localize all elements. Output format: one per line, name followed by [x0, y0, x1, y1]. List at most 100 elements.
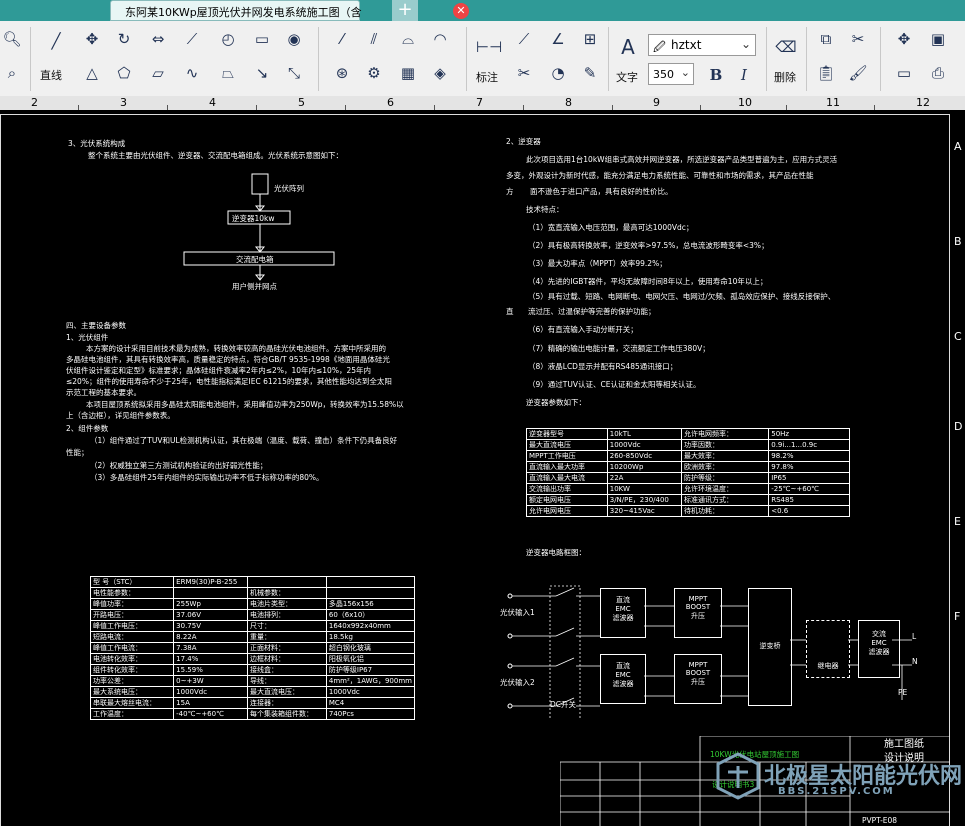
table-cell: 交流输出功率: [526, 483, 608, 495]
paragraph-line: （1）组件通过了TUV和UL检测机构认证，其在极端（温度、载荷、撞击）条件下仍具…: [90, 436, 398, 445]
table-cell: 电池片类型：: [247, 598, 327, 610]
drawing-canvas[interactable]: A B C D E F 3、光伏系统构成 整个系统主要由光伏组件、逆变器、交流配…: [0, 110, 965, 826]
print-icon[interactable]: ⎙: [926, 61, 950, 85]
parallelogram-icon[interactable]: ▱: [146, 61, 170, 85]
triangle-icon[interactable]: △: [80, 61, 104, 85]
document-tab[interactable]: 东阿某10KWp屋顶光伏并网发电系统施工图（含 ✕: [110, 0, 469, 21]
fill-icon[interactable]: ◈: [428, 61, 452, 85]
table-row: 型 号（STC） ERM9(30)P-B-255: [89, 576, 416, 588]
ellipse-icon[interactable]: ◉: [282, 27, 306, 51]
dimension-label[interactable]: 标注: [476, 69, 498, 85]
scale-icon[interactable]: ⇔: [146, 27, 170, 51]
polygon-icon[interactable]: ⬠: [112, 61, 136, 85]
table-cell: 欧洲效率：: [681, 461, 770, 473]
arc-icon[interactable]: ◠: [428, 27, 452, 51]
zoom-window-icon[interactable]: ⌕: [0, 61, 24, 85]
section-title: 四、主要设备参数: [66, 321, 126, 330]
paragraph-line: 面不逊色于进口产品，具有良好的性价比。: [530, 187, 673, 196]
break-icon[interactable]: ✂: [512, 61, 536, 85]
bold-button[interactable]: B: [704, 63, 728, 87]
delete-label[interactable]: 删除: [774, 69, 796, 85]
ruler-number: 3: [120, 96, 127, 109]
table-cell: 多晶156x156: [325, 598, 416, 610]
feature-item: （5）具有过载、短路、电网断电、电网欠压、电网过/欠频、孤岛效应保护、接线反接保…: [528, 292, 836, 301]
layer-icon[interactable]: ▭: [892, 61, 916, 85]
font-size-select[interactable]: 350 ⌄: [648, 63, 694, 85]
feature-item: （9）通过TUV认证、CE认证和金太阳等相关认证。: [528, 380, 701, 389]
table-cell: [173, 587, 249, 599]
tab-close-button[interactable]: ✕: [453, 3, 469, 19]
table-row: 额定电网电压 3/N/PE，230/400 标准通讯方式： RS485: [526, 494, 850, 506]
table-row: 电池转化效率： 17.4% 边框材料： 阳极氧化铝: [89, 653, 416, 665]
font-select-icon: 🖉: [653, 40, 666, 54]
pan-icon[interactable]: ✥: [892, 27, 916, 51]
line-tool-icon[interactable]: ╱: [44, 29, 68, 53]
paste-icon[interactable]: 📋︎: [814, 61, 838, 85]
italic-button[interactable]: I: [732, 63, 756, 87]
table-cell: 1640x992x40mm: [325, 620, 416, 632]
rectangle-icon[interactable]: ▭: [250, 27, 274, 51]
table-cell: ERM9(30)P-B-255: [173, 576, 249, 588]
move-icon[interactable]: ✥: [80, 27, 104, 51]
table-cell: 最大直流电压：: [247, 686, 327, 698]
erase-icon[interactable]: ⌫: [774, 35, 798, 59]
line-tool-label[interactable]: 直线: [40, 67, 62, 83]
trim-icon[interactable]: ⁄: [330, 27, 354, 51]
table-row: 工作温度： -40℃~+60℃ 每个集装箱组件数： 740Pcs: [89, 708, 416, 720]
table-row: 功率公差： 0~+3W 导线： 4mm²，1AWG，900mm: [89, 675, 416, 687]
radius-dim-icon[interactable]: ◔: [546, 61, 570, 85]
hatch-icon[interactable]: ▦: [396, 61, 420, 85]
cut-icon[interactable]: ✂: [846, 27, 870, 51]
paragraph-line: 方: [506, 187, 514, 196]
table-row: 开路电压： 37.06V 电池排列： 60（6x10）: [89, 609, 416, 621]
system-flow-diagram: [183, 173, 335, 281]
aligned-dim-icon[interactable]: ⟋: [512, 27, 536, 51]
zoom-icon[interactable]: 🔍︎: [0, 27, 24, 51]
spline-icon[interactable]: ∿: [180, 61, 204, 85]
match-properties-icon[interactable]: 🖌︎: [846, 61, 870, 85]
edit-icon[interactable]: ✎: [578, 61, 602, 85]
angle-dim-icon[interactable]: ∠: [546, 27, 570, 51]
tab-title: 东阿某10KWp屋顶光伏并网发电系统施工图（含: [125, 6, 362, 19]
block-icon[interactable]: ⊛: [330, 61, 354, 85]
table-cell: 边框材料：: [247, 653, 327, 665]
table-cell: 尺寸：: [247, 620, 327, 632]
rotate-icon[interactable]: ↻: [112, 27, 136, 51]
table-cell: 0.9i...1...0.9c: [768, 439, 850, 451]
dc-emc-filter-1: 直流 EMC 滤波器: [600, 588, 646, 638]
table-row: 直流输入最大功率 10200Wp 欧洲效率： 97.8%: [526, 461, 850, 473]
text-icon[interactable]: A: [616, 35, 640, 59]
ruler-number: 5: [298, 96, 305, 109]
continue-dim-icon[interactable]: ⊞: [578, 27, 602, 51]
paragraph-line: （3）多晶硅组件25年内组件的实际输出功率不低于标称功率的80%。: [90, 473, 324, 482]
module-parameter-table: 型 号（STC） ERM9(30)P-B-255 电性能参数： 机械参数： 峰值功率： 2…: [89, 576, 416, 720]
feature-item: （6）有直流输入手动分断开关；: [528, 325, 638, 334]
window-icon[interactable]: ▣: [926, 27, 950, 51]
table-cell: 阳极氧化铝: [325, 653, 416, 665]
font-select-value: hztxt: [671, 38, 702, 52]
fillet-icon[interactable]: ⌓: [396, 27, 420, 51]
table-cell: 短路电流：: [89, 631, 175, 643]
xline-icon[interactable]: ⤡: [282, 61, 306, 85]
table-cell: 4mm²，1AWG，900mm: [325, 675, 416, 687]
table-cell: 电池转化效率：: [89, 653, 175, 665]
line-terminal-label: L: [912, 632, 917, 641]
trapezoid-icon[interactable]: ⏢: [216, 61, 240, 85]
insert-icon[interactable]: ⚙: [362, 61, 386, 85]
polyline-icon[interactable]: ⟋: [180, 27, 204, 51]
watermark-url: BBS.21SPV.COM: [778, 786, 895, 797]
dimension-icon[interactable]: ⊢⊣: [476, 35, 502, 59]
table-cell: 每个集装箱组件数：: [247, 708, 327, 720]
paragraph-line: 本方案的设计采用目前技术最为成熟，转换效率较高的晶硅光伏电池组件。方案中所采用的: [86, 344, 386, 353]
extend-icon[interactable]: ⫽: [362, 27, 386, 51]
ray-icon[interactable]: ↘: [250, 61, 274, 85]
new-tab-button[interactable]: +: [392, 0, 418, 21]
font-select[interactable]: 🖉 hztxt ⌄: [648, 34, 756, 56]
text-label[interactable]: 文字: [616, 69, 638, 85]
ruler-number: 6: [387, 96, 394, 109]
circle-icon[interactable]: ◴: [216, 27, 240, 51]
feature-item: （1）宽直流输入电压范围，最高可达1000Vdc；: [528, 223, 694, 232]
copy-icon[interactable]: ⧉: [814, 27, 838, 51]
ac-emc-filter: 交流 EMC 滤波器: [858, 620, 900, 678]
table-cell: 740Pcs: [325, 708, 416, 720]
